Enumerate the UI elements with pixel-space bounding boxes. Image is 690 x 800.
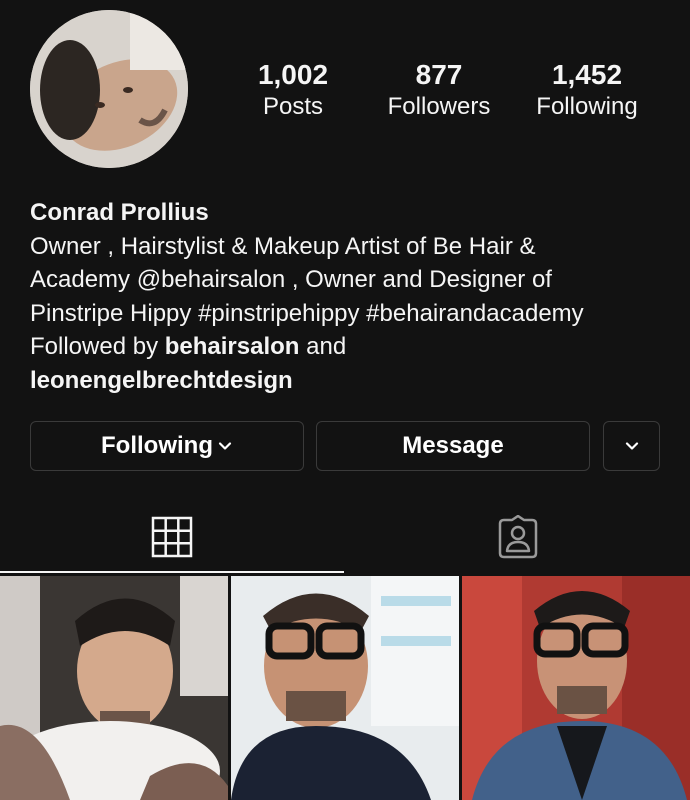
followed-by-user[interactable]: leonengelbrechtdesign: [30, 364, 680, 398]
profile-name: Conrad Prollius: [30, 199, 209, 226]
bio-line: Owner , Hairstylist & Makeup Artist of B…: [30, 232, 536, 260]
bio-line: Academy @behairsalon , Owner and Designe…: [30, 266, 552, 293]
posts-label: Posts: [262, 93, 324, 120]
active-tab-indicator: [0, 571, 344, 573]
followers-count: 877: [415, 59, 463, 90]
post-thumbnail[interactable]: [0, 576, 228, 800]
profile-avatar[interactable]: [30, 10, 188, 168]
profile-tabs: [0, 500, 690, 574]
suggested-accounts-button[interactable]: [603, 421, 660, 471]
bio-line: Pinstripe Hippy #pinstripehippy #behaira…: [30, 299, 584, 327]
profile-stats: 1,002 Posts 877 Followers 1,452 Followin…: [220, 58, 670, 122]
chevron-down-icon: [218, 442, 232, 450]
message-button[interactable]: Message: [316, 421, 590, 471]
following-button[interactable]: Following: [30, 421, 304, 471]
followed-by-user[interactable]: behairsalon: [165, 333, 300, 360]
followers-stat[interactable]: 877 Followers: [366, 58, 512, 122]
following-stat[interactable]: 1,452 Following: [512, 58, 662, 122]
followed-by: Followed by behairsalon and: [30, 330, 680, 364]
post-photo: [231, 576, 459, 800]
followers-label: Followers: [387, 93, 491, 120]
chevron-down-icon: [625, 442, 638, 450]
posts-stat[interactable]: 1,002 Posts: [220, 58, 366, 122]
post-photo: [0, 576, 228, 800]
tagged-person-icon: [498, 515, 537, 559]
post-photo: [462, 576, 690, 800]
post-thumbnail[interactable]: [462, 576, 690, 800]
posts-grid: [0, 576, 690, 800]
posts-count: 1,002: [257, 59, 329, 90]
followed-by-prefix: Followed by: [30, 333, 165, 360]
grid-icon: [151, 516, 193, 558]
message-button-label: Message: [402, 432, 504, 459]
following-label: Following: [536, 93, 638, 120]
tab-posts-grid[interactable]: [0, 500, 344, 574]
following-button-label: Following: [101, 432, 213, 459]
following-count: 1,452: [551, 59, 623, 90]
profile-bio: Conrad Prollius Owner , Hairstylist & Ma…: [30, 196, 680, 397]
avatar-photo: [30, 10, 188, 168]
post-thumbnail[interactable]: [231, 576, 459, 800]
followed-by-and: and: [299, 333, 347, 360]
tab-tagged[interactable]: [345, 500, 690, 574]
